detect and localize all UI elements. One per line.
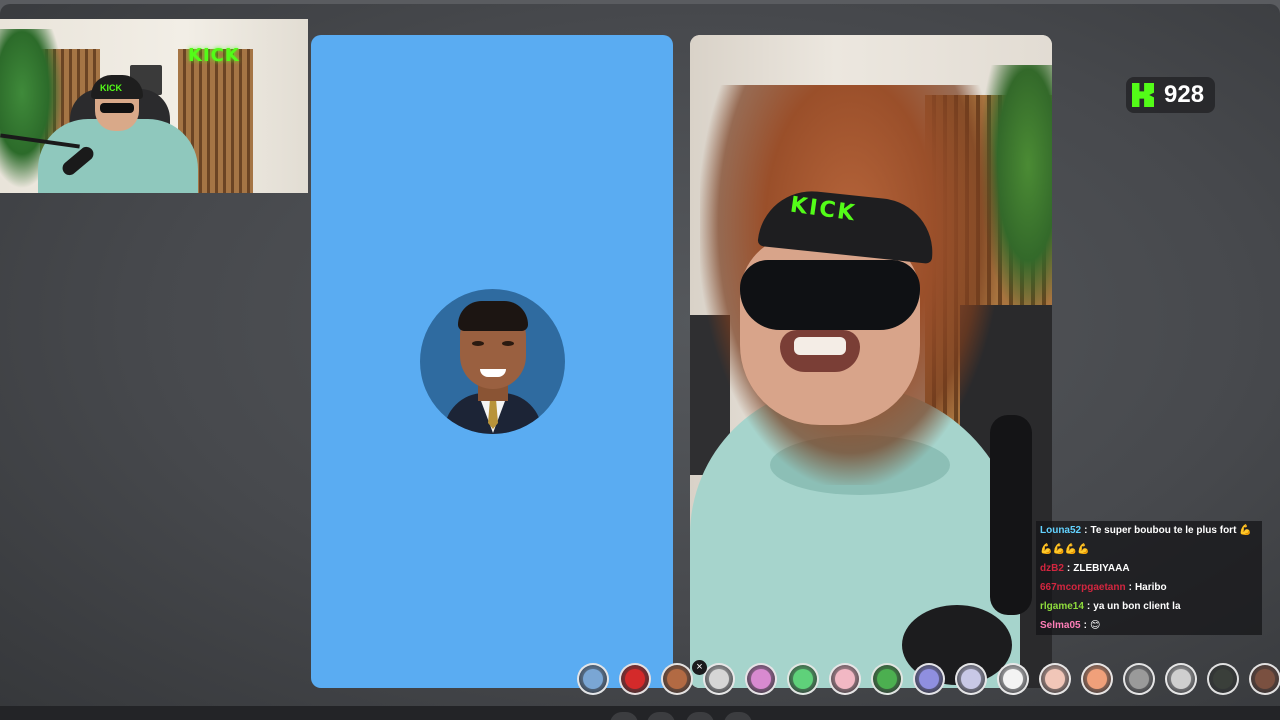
filter-orange-icon xyxy=(1087,669,1107,689)
chat-username[interactable]: dzB2 xyxy=(1040,563,1064,574)
chat-text: 😊 xyxy=(1089,620,1101,631)
chat-username[interactable]: 667mcorpgaetann xyxy=(1040,582,1126,593)
chat-text: 💪💪💪💪 xyxy=(1040,544,1090,555)
filter-close-icon[interactable]: × xyxy=(692,660,707,675)
filter-purple-icon xyxy=(919,669,939,689)
chat-text: Te super boubou te le plus fort 💪 xyxy=(1090,525,1252,536)
chat-separator: : xyxy=(1086,601,1091,612)
filter-orange-button[interactable] xyxy=(1081,663,1113,695)
avatar-left-eye xyxy=(472,341,484,346)
filter-white-face-button[interactable] xyxy=(997,663,1029,695)
filter-blush-button[interactable] xyxy=(829,663,861,695)
face-filter-bar xyxy=(577,663,1280,697)
filter-peach-button[interactable] xyxy=(1039,663,1071,695)
chat-overlay: Louna52: Te super boubou te le plus fort … xyxy=(1036,521,1262,635)
caller-avatar[interactable] xyxy=(420,289,565,434)
viewer-count: 928 xyxy=(1164,81,1205,108)
filter-none-icon xyxy=(583,669,603,689)
chat-message: rlgame14: ya un bon client la xyxy=(1036,597,1262,616)
filter-silver-icon xyxy=(1171,669,1191,689)
chat-message: dzB2: ZLEBIYAAA xyxy=(1036,559,1262,578)
chat-text: ZLEBIYAAA xyxy=(1073,563,1130,574)
kick-logo-icon xyxy=(1132,83,1154,107)
filter-wig-button[interactable] xyxy=(661,663,693,695)
chat-username[interactable]: rlgame14 xyxy=(1040,601,1084,612)
avatar-hair xyxy=(458,301,528,331)
filter-purple-button[interactable] xyxy=(913,663,945,695)
filter-brown-button[interactable] xyxy=(1249,663,1280,695)
video-sunglasses xyxy=(740,260,920,330)
chat-text: Haribo xyxy=(1134,582,1167,593)
chat-message: 667mcorpgaetann: Haribo xyxy=(1036,578,1262,597)
filter-dark-button[interactable] xyxy=(1207,663,1239,695)
chat-text: ya un bon client la xyxy=(1093,601,1181,612)
filtered-video-feed: KICK xyxy=(690,35,1052,688)
filter-devil-icon xyxy=(625,669,645,689)
avatar-smile xyxy=(480,369,506,377)
filter-clown-button[interactable] xyxy=(745,663,777,695)
video-mic-arm xyxy=(990,415,1032,615)
chat-separator: : xyxy=(1083,620,1087,631)
filter-dark-icon xyxy=(1213,669,1233,689)
viewer-counter: 928 xyxy=(1126,77,1215,113)
filter-sad-icon xyxy=(709,669,729,689)
filter-green-face-button[interactable] xyxy=(787,663,819,695)
webcam-cap-text: KICK xyxy=(100,83,122,93)
chat-separator: : xyxy=(1084,525,1088,536)
chat-username[interactable]: Louna52 xyxy=(1040,525,1081,536)
chat-message: Louna52: Te super boubou te le plus fort … xyxy=(1036,521,1262,540)
chat-separator: : xyxy=(1066,563,1071,574)
filter-silver-button[interactable] xyxy=(1165,663,1197,695)
filter-sad-button[interactable] xyxy=(703,663,735,695)
filter-green-face-icon xyxy=(793,669,813,689)
filter-peach-icon xyxy=(1045,669,1065,689)
filter-white-face-icon xyxy=(1003,669,1023,689)
chat-message: 💪💪💪💪 xyxy=(1036,540,1262,559)
filter-ghost-icon xyxy=(961,669,981,689)
chat-message: Selma05: 😊 xyxy=(1036,616,1262,635)
filter-alien-icon xyxy=(877,669,897,689)
filter-none-button[interactable] xyxy=(577,663,609,695)
bottom-toolbar xyxy=(0,706,1280,720)
video-teeth xyxy=(794,337,846,355)
filter-ghost-button[interactable] xyxy=(955,663,987,695)
chat-username[interactable]: Selma05 xyxy=(1040,620,1081,631)
filter-devil-button[interactable] xyxy=(619,663,651,695)
avatar-right-eye xyxy=(502,341,514,346)
filter-gray-button[interactable] xyxy=(1123,663,1155,695)
filter-clown-icon xyxy=(751,669,771,689)
filter-alien-button[interactable] xyxy=(871,663,903,695)
filter-wig-icon xyxy=(667,669,687,689)
filter-gray-icon xyxy=(1129,669,1149,689)
webcam-streamer-glasses xyxy=(100,103,134,113)
chat-separator: : xyxy=(1128,582,1132,593)
kick-neon-sign: KICK xyxy=(188,45,240,66)
streamer-webcam: KICK KICK xyxy=(0,19,308,193)
filter-brown-icon xyxy=(1255,669,1275,689)
filter-blush-icon xyxy=(835,669,855,689)
